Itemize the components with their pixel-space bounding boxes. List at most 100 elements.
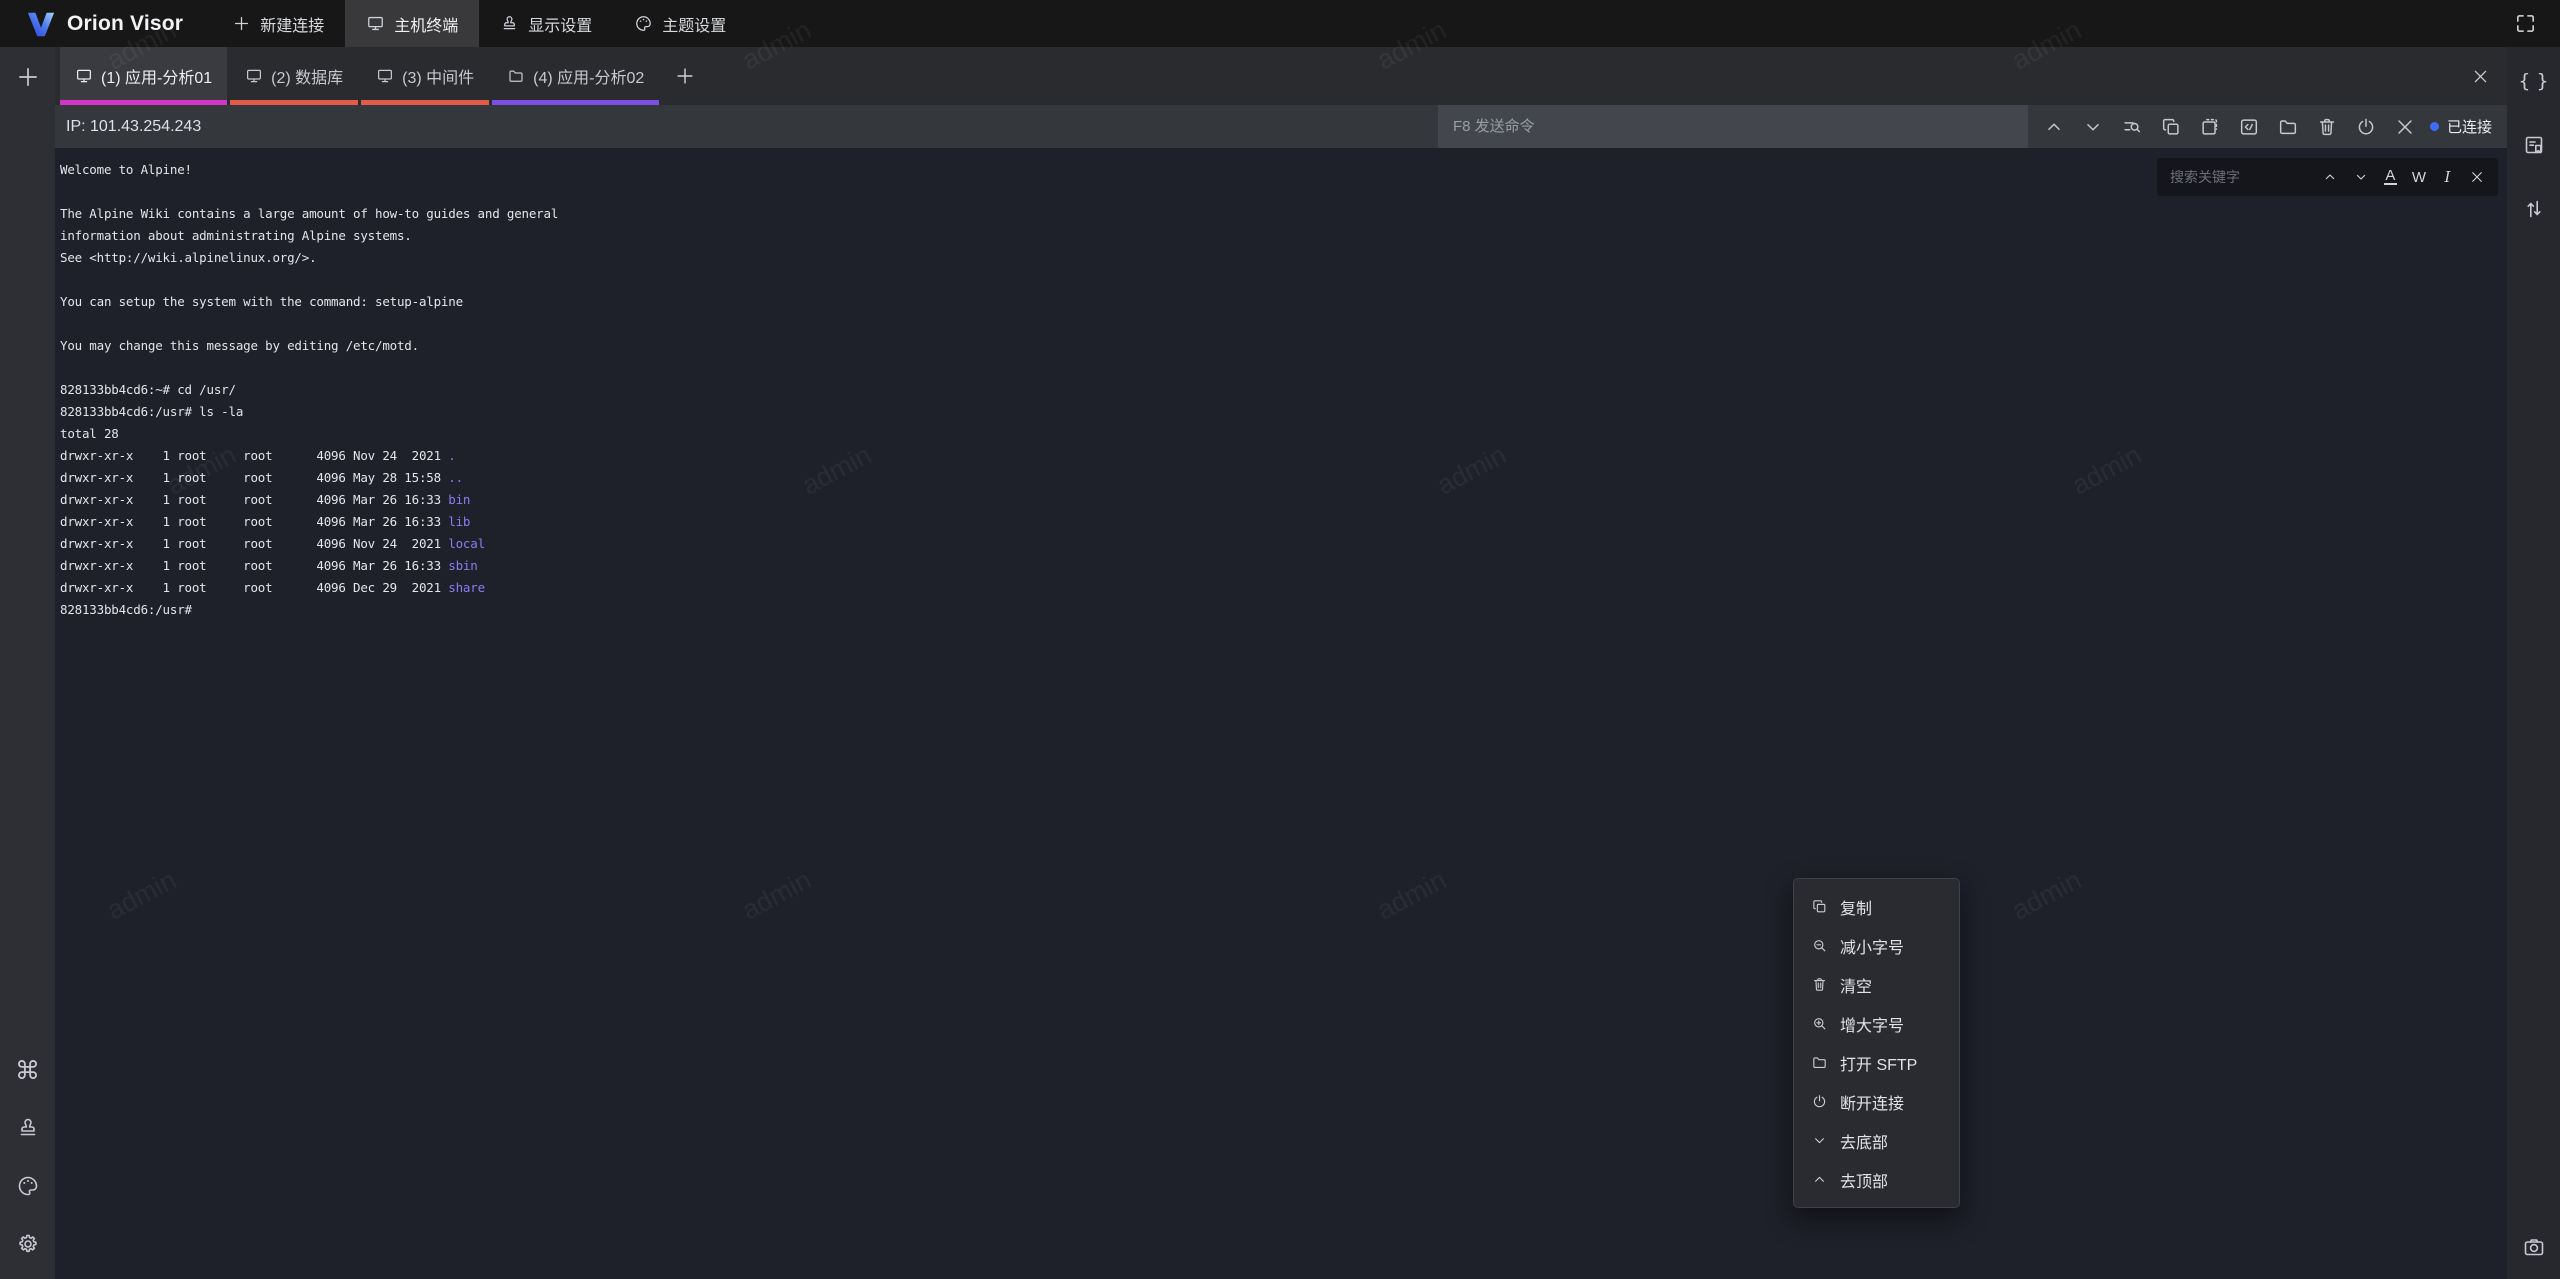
left-sidebar-bottom: ⌘ <box>11 1053 45 1261</box>
chevron-up-icon <box>2043 116 2065 138</box>
match-case-button[interactable]: A <box>2384 169 2397 185</box>
power-button[interactable] <box>2355 115 2378 138</box>
close-icon <box>2469 169 2485 185</box>
search-lines-button[interactable] <box>2121 115 2144 138</box>
directory-name: .. <box>448 470 463 485</box>
screenshot-button[interactable] <box>2517 1230 2551 1264</box>
terminal-line <box>60 313 2507 335</box>
zoom-in-icon <box>1811 1015 1828 1032</box>
terminal-text: drwxr-xr-x 1 root root 4096 Mar 26 16:33 <box>60 514 448 529</box>
context-menu-item-to-top[interactable]: 去顶部 <box>1794 1160 1959 1199</box>
terminal-context-menu: 复制减小字号清空增大字号打开 SFTP 断开连接去底部去顶部 <box>1793 878 1960 1208</box>
close-search-button[interactable] <box>2469 169 2485 185</box>
folder-icon <box>507 67 525 85</box>
search-input[interactable] <box>2170 169 2314 185</box>
doc-bookmark-button[interactable] <box>2517 128 2551 162</box>
send-command-input[interactable] <box>1438 105 2028 148</box>
trash-button[interactable] <box>2316 115 2339 138</box>
tab-label: (1) 应用-分析01 <box>101 64 212 88</box>
whole-word-button[interactable]: W <box>2412 169 2426 186</box>
theme-settings-button[interactable] <box>11 1169 45 1203</box>
terminal-text: drwxr-xr-x 1 root root 4096 Mar 26 16:33 <box>60 558 448 573</box>
search-lines-icon <box>2121 116 2143 138</box>
chevron-down-icon <box>2353 169 2369 185</box>
terminal-line: 828133bb4cd6:~# cd /usr/ <box>60 379 2507 401</box>
find-prev-button[interactable] <box>2322 169 2338 185</box>
toolbar-buttons <box>2043 115 2417 138</box>
chevron-up-icon <box>1811 1171 1828 1188</box>
close-tabs-button[interactable] <box>2453 47 2507 105</box>
terminal-text: total 28 <box>60 426 119 441</box>
shortcut-command-button[interactable]: ⌘ <box>11 1053 45 1087</box>
tab-label: (2) 数据库 <box>271 64 343 88</box>
code-block-button[interactable] <box>2238 115 2261 138</box>
context-menu-item-to-bottom[interactable]: 去底部 <box>1794 1121 1959 1160</box>
code-block-icon <box>2238 116 2260 138</box>
display-settings-button[interactable] <box>11 1111 45 1145</box>
gear-icon <box>16 1232 40 1256</box>
folder-button[interactable] <box>2277 115 2300 138</box>
find-next-button[interactable] <box>2353 169 2369 185</box>
terminal-line: total 28 <box>60 423 2507 445</box>
context-menu-item-open-sftp[interactable]: 打开 SFTP <box>1794 1043 1959 1082</box>
chevron-down-button[interactable] <box>2082 115 2105 138</box>
menu-item-theme-settings[interactable]: 主题设置 <box>613 0 747 47</box>
terminal-panel: (1) 应用-分析01 (2) 数据库 (3) 中间件 (4) 应用-分析02 IP:… <box>55 47 2507 1279</box>
context-menu-item-disconnect[interactable]: 断开连接 <box>1794 1082 1959 1121</box>
connection-status: 已连接 <box>2430 116 2492 137</box>
menu-item-new-connection[interactable]: 新建连接 <box>211 0 345 47</box>
terminal-tab-3[interactable]: (3) 中间件 <box>361 47 489 105</box>
tab-label: (3) 中间件 <box>402 64 474 88</box>
tab-underline <box>230 100 358 105</box>
context-menu-label: 复制 <box>1840 895 1872 919</box>
chevron-up-button[interactable] <box>2043 115 2066 138</box>
terminal-text: drwxr-xr-x 1 root root 4096 Nov 24 2021 <box>60 536 448 551</box>
main-row: ⌘ (1) 应用-分析01 (2) 数据库 (3) 中间件 (4) 应用-分析02 I… <box>0 47 2560 1279</box>
scroll-order-button[interactable] <box>2517 192 2551 226</box>
context-menu-label: 打开 SFTP <box>1840 1051 1917 1075</box>
close-button[interactable] <box>2394 115 2417 138</box>
menu-item-label: 新建连接 <box>260 12 324 36</box>
doc-bookmark-icon <box>2522 133 2546 157</box>
add-tab-button[interactable] <box>662 47 708 105</box>
new-connection-button[interactable] <box>11 60 45 94</box>
command-snippets-button[interactable]: { } <box>2517 64 2551 98</box>
regex-button[interactable]: I <box>2441 168 2454 186</box>
system-settings-button[interactable] <box>11 1227 45 1261</box>
context-menu-item-copy[interactable]: 复制 <box>1794 887 1959 926</box>
terminal-tab-1[interactable]: (1) 应用-分析01 <box>60 47 227 105</box>
zoom-out-icon <box>1811 937 1828 954</box>
copy-button[interactable] <box>2160 115 2183 138</box>
stamp-icon <box>16 1116 40 1140</box>
sort-icon <box>2522 197 2546 221</box>
tab-list: (1) 应用-分析01 (2) 数据库 (3) 中间件 (4) 应用-分析02 <box>60 47 662 105</box>
terminal-screen[interactable]: Welcome to Alpine! The Alpine Wiki conta… <box>55 148 2507 1279</box>
terminal-line: You may change this message by editing /… <box>60 335 2507 357</box>
context-menu-item-clear[interactable]: 清空 <box>1794 965 1959 1004</box>
monitor-icon <box>75 67 93 85</box>
search-controls: AWI <box>2322 168 2485 186</box>
terminal-text: drwxr-xr-x 1 root root 4096 Nov 24 2021 <box>60 448 448 463</box>
tab-underline <box>361 100 489 105</box>
session-toolbar: IP: 101.43.254.243 已连接 <box>55 105 2507 148</box>
trash-icon <box>1811 976 1828 993</box>
terminal-tab-2[interactable]: (2) 数据库 <box>230 47 358 105</box>
copy-icon <box>2160 116 2182 138</box>
menu-item-host-terminal[interactable]: 主机终端 <box>345 0 479 47</box>
menu-item-display-settings[interactable]: 显示设置 <box>479 0 613 47</box>
context-menu-item-font-smaller[interactable]: 减小字号 <box>1794 926 1959 965</box>
paste-button[interactable] <box>2199 115 2222 138</box>
terminal-line: The Alpine Wiki contains a large amount … <box>60 203 2507 225</box>
right-sidebar-top: { } <box>2517 64 2551 226</box>
terminal-tab-4[interactable]: (4) 应用-分析02 <box>492 47 659 105</box>
menu-item-label: 主机终端 <box>394 12 458 36</box>
context-menu-label: 增大字号 <box>1840 1012 1904 1036</box>
topbar-menus: 新建连接 主机终端显示设置主题设置 <box>211 0 747 47</box>
folder-icon <box>2277 116 2299 138</box>
terminal-line: 828133bb4cd6:/usr# <box>60 599 2507 621</box>
context-menu-label: 断开连接 <box>1840 1090 1904 1114</box>
tab-underline <box>492 100 659 105</box>
session-ip: IP: 101.43.254.243 <box>66 118 201 136</box>
context-menu-item-font-larger[interactable]: 增大字号 <box>1794 1004 1959 1043</box>
fullscreen-button[interactable] <box>2505 4 2545 44</box>
